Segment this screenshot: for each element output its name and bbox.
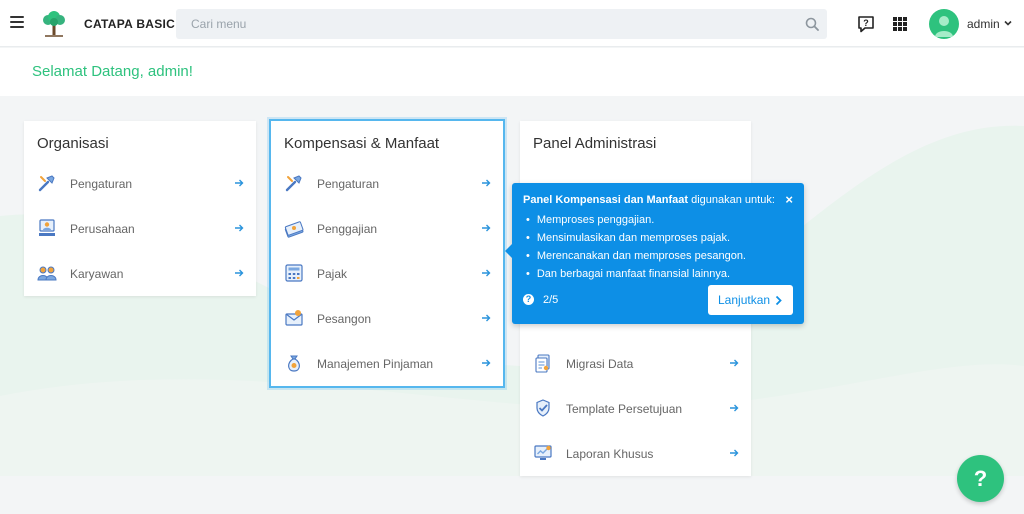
menu-item-label: Pengaturan <box>70 177 133 191</box>
chevron-down-icon[interactable] <box>1003 18 1013 28</box>
menu-item-label: Karyawan <box>70 267 124 281</box>
card-title: Organisasi <box>37 135 109 152</box>
menu-item-migrasi-data[interactable]: Migrasi Data <box>520 341 751 386</box>
user-name[interactable]: admin <box>967 17 1000 31</box>
help-chat-icon[interactable]: ? <box>857 15 875 33</box>
employees-icon <box>37 266 57 281</box>
severance-envelope-icon <box>285 310 303 326</box>
menu-item-laporan-khusus[interactable]: Laporan Khusus <box>520 431 751 476</box>
menu-icon[interactable] <box>10 16 24 30</box>
custom-report-icon <box>534 445 552 460</box>
search-bar[interactable] <box>176 9 827 39</box>
tour-step-counter: 2/5 <box>543 294 559 306</box>
welcome-bar: Selamat Datang, admin! <box>0 48 1024 96</box>
menu-item-pengaturan[interactable]: Pengaturan <box>24 161 256 206</box>
arrow-right-icon <box>730 449 739 457</box>
card-title: Panel Administrasi <box>533 135 657 152</box>
menu-item-template-persetujuan[interactable]: Template Persetujuan <box>520 386 751 431</box>
menu-item-karyawan[interactable]: Karyawan <box>24 251 256 296</box>
tree-logo-icon <box>43 11 65 37</box>
menu-item-label: Pajak <box>317 267 348 281</box>
payroll-icon <box>284 221 304 238</box>
menu-item-pesangon[interactable]: Pesangon <box>271 296 503 341</box>
menu-item-label: Migrasi Data <box>566 357 634 371</box>
apps-grid-icon[interactable] <box>891 15 909 33</box>
tax-calculator-icon <box>285 264 303 282</box>
menu-item-pajak[interactable]: Pajak <box>271 251 503 296</box>
top-bar: CATAPA BASIC ? admin <box>0 0 1024 47</box>
menu-item-label: Pengaturan <box>317 177 380 191</box>
menu-item-label: Perusahaan <box>70 222 135 236</box>
card-kompensasi-manfaat: Kompensasi & Manfaat Pengaturan Penggaji… <box>269 119 505 388</box>
arrow-right-icon <box>482 359 491 367</box>
menu-item-manajemen-pinjaman[interactable]: Manajemen Pinjaman <box>271 341 503 386</box>
arrow-right-icon <box>730 359 739 367</box>
svg-text:?: ? <box>863 18 869 28</box>
next-button[interactable]: Lanjutkan <box>708 285 793 315</box>
card-title: Kompensasi & Manfaat <box>284 135 440 152</box>
menu-item-perusahaan[interactable]: Perusahaan <box>24 206 256 251</box>
arrow-right-icon <box>235 224 244 232</box>
data-migration-icon <box>535 354 550 373</box>
card-organisasi: Organisasi Pengaturan Perusahaan Karyawa… <box>24 121 256 296</box>
menu-item-label: Pesangon <box>317 312 372 326</box>
arrow-right-icon <box>730 404 739 412</box>
tooltip-heading-bold: Panel Kompensasi dan Manfaat <box>523 194 689 206</box>
close-icon[interactable]: × <box>785 192 793 207</box>
user-avatar-icon <box>935 16 953 37</box>
menu-item-label: Laporan Khusus <box>566 447 654 461</box>
tools-icon <box>38 175 55 192</box>
approval-template-icon <box>536 399 550 417</box>
avatar[interactable] <box>929 9 959 39</box>
menu-item-label: Template Persetujuan <box>566 402 683 416</box>
list-item: Memproses penggajian. <box>526 211 746 229</box>
next-button-label: Lanjutkan <box>718 293 771 307</box>
tour-tooltip: Panel Kompensasi dan Manfaat digunakan u… <box>505 183 804 324</box>
tooltip-heading-rest: digunakan untuk: <box>688 194 775 206</box>
welcome-message: Selamat Datang, admin! <box>32 63 193 80</box>
tooltip-bullet-list: Memproses penggajian. Mensimulasikan dan… <box>526 211 746 283</box>
search-input[interactable] <box>176 9 776 39</box>
arrow-right-icon <box>235 269 244 277</box>
help-button[interactable]: ? <box>957 455 1004 502</box>
menu-item-label: Penggajian <box>317 222 378 236</box>
arrow-right-icon <box>482 269 491 277</box>
brand-name: CATAPA BASIC <box>84 17 176 31</box>
chevron-right-icon <box>775 295 782 306</box>
arrow-right-icon <box>235 179 244 187</box>
arrow-right-icon <box>482 179 491 187</box>
tooltip-heading: Panel Kompensasi dan Manfaat digunakan u… <box>523 194 775 206</box>
search-icon[interactable] <box>805 17 819 31</box>
list-item: Mensimulasikan dan memproses pajak. <box>526 229 746 247</box>
menu-item-penggajian[interactable]: Penggajian <box>271 206 503 251</box>
arrow-right-icon <box>482 224 491 232</box>
menu-item-label: Manajemen Pinjaman <box>317 357 434 371</box>
tools-icon <box>285 175 302 192</box>
question-circle-icon: ? <box>523 294 534 305</box>
list-item: Dan berbagai manfaat finansial lainnya. <box>526 265 746 283</box>
menu-item-pengaturan[interactable]: Pengaturan <box>271 161 503 206</box>
tooltip-caret <box>505 244 512 258</box>
loan-bag-icon <box>288 355 300 372</box>
list-item: Merencanakan dan memproses pesangon. <box>526 247 746 265</box>
company-icon <box>39 219 55 236</box>
arrow-right-icon <box>482 314 491 322</box>
